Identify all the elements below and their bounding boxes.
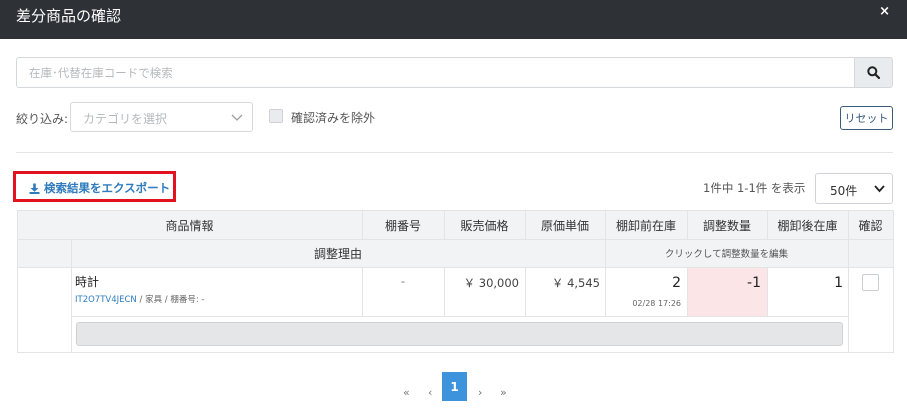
grid-line [687,267,688,316]
modal-header: 差分商品の確認 × [0,0,907,39]
th-unit-cost: 原価単価 [525,211,605,239]
page-first-button[interactable]: « [403,386,410,399]
chevron-down-icon [231,114,243,121]
grid-line [17,239,893,240]
grid-line [605,210,606,316]
close-icon[interactable]: × [879,4,890,19]
page-current-button[interactable]: 1 [442,372,467,401]
after-stock: 1 [834,275,843,291]
search-bar [16,57,893,88]
category-select[interactable]: カテゴリを選択 [70,102,253,132]
chevron-down-icon [874,185,885,193]
page-next-button[interactable]: › [478,386,482,399]
grid-line [444,210,445,239]
search-button[interactable] [854,57,893,88]
th-shelf-no: 棚番号 [362,211,444,239]
product-name: 時計 [75,275,100,289]
result-count: 1件中 1-1件 を表示 [703,181,806,195]
th-sale-price: 販売価格 [444,211,525,239]
adjust-reason-input[interactable] [76,322,843,346]
search-icon [867,66,880,79]
grid-line [525,210,526,239]
grid-line [848,210,849,353]
product-category-shelf: / 家具 / 棚番号: - [139,295,205,305]
grid-line [362,210,363,239]
grid-line [17,210,893,211]
confirm-checkbox[interactable] [862,274,879,291]
grid-line [687,210,688,239]
filter-label: 絞り込み: [16,112,69,126]
th-confirm: 確認 [848,211,893,239]
product-meta: IT2O7TV4JECN / 家具 / 棚番号: - [75,293,204,305]
reset-button[interactable]: リセット [840,106,893,130]
before-stock: 2 [672,275,681,291]
per-page-select[interactable]: 50件 [815,173,893,204]
grid-line [71,316,848,317]
page-last-button[interactable]: » [500,386,507,399]
per-page-value: 50件 [830,184,858,198]
grid-line [893,210,894,353]
search-input[interactable] [16,57,854,88]
export-label: 検索結果をエクスポート [44,181,171,195]
grid-line [767,210,768,239]
product-code-link[interactable]: IT2O7TV4JECN [75,295,137,305]
th-adjust-reason: 調整理由 [71,239,605,267]
grid-line [767,267,768,316]
th-spacer [848,239,893,267]
th-before-stock: 棚卸前在庫 [605,211,687,239]
th-adjust-qty: 調整数量 [687,211,767,239]
grid-line [17,267,893,268]
export-link[interactable]: 検索結果をエクスポート [29,180,170,196]
adjust-qty-value: -1 [747,275,761,291]
page-prev-button[interactable]: ‹ [428,386,432,399]
download-icon [29,183,40,194]
grid-line [362,267,363,316]
grid-line [525,267,526,316]
exclude-confirmed-label[interactable]: 確認済みを除外 [291,109,375,126]
grid-line [17,210,18,353]
th-adjust-hint: クリックして調整数量を編集 [605,239,848,267]
grid-line [17,352,893,353]
unit-cost: ￥ 4,545 [551,276,600,290]
divider [16,152,893,153]
grid-line [444,267,445,316]
th-after-stock: 棚卸後在庫 [767,211,848,239]
grid-line [71,239,72,353]
exclude-confirmed-checkbox[interactable] [269,109,283,123]
before-stock-date: 02/28 17:26 [632,299,681,308]
adjust-qty-cell[interactable]: -1 [687,267,767,316]
category-select-placeholder: カテゴリを選択 [83,112,168,126]
sale-price: ￥ 30,000 [463,276,519,290]
modal-title: 差分商品の確認 [16,7,122,25]
th-spacer [17,239,71,267]
shelf-no: - [401,275,405,288]
th-product-info: 商品情報 [17,211,362,239]
